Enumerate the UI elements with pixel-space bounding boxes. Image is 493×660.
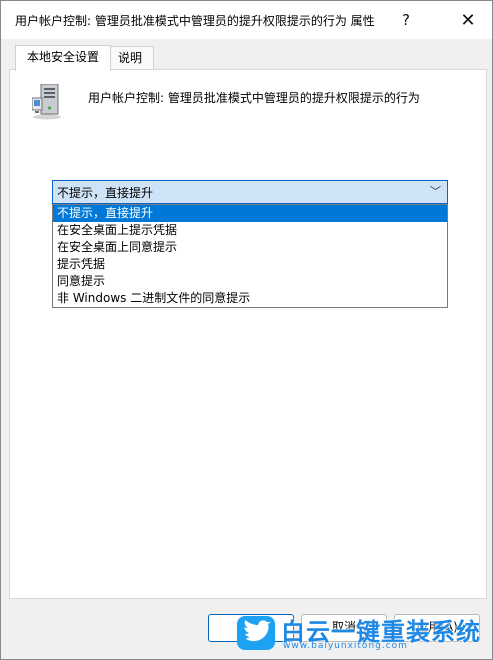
help-button[interactable]: ? — [384, 5, 428, 35]
watermark-url: www.baiyunxitong.com — [283, 641, 408, 651]
dropdown-option[interactable]: 提示凭据 — [53, 256, 447, 273]
tab-explain[interactable]: 说明 — [106, 46, 154, 70]
title-bar: 用户帐户控制: 管理员批准模式中管理员的提升权限提示的行为 属性 ? ✕ — [1, 1, 492, 39]
tab-local-security-setting[interactable]: 本地安全设置 — [15, 45, 111, 71]
bird-logo-icon — [237, 616, 275, 650]
dropdown-option[interactable]: 同意提示 — [53, 273, 447, 290]
dropdown-option[interactable]: 不提示，直接提升 — [53, 205, 447, 222]
dropdown-option[interactable]: 在安全桌面上提示凭据 — [53, 222, 447, 239]
help-icon: ? — [402, 11, 410, 29]
dropdown-option[interactable]: 在安全桌面上同意提示 — [53, 239, 447, 256]
close-icon: ✕ — [460, 9, 476, 31]
combobox-dropdown-list: 不提示，直接提升 在安全桌面上提示凭据 在安全桌面上同意提示 提示凭据 同意提示… — [52, 204, 448, 308]
chevron-down-icon: ﹀ — [430, 185, 441, 198]
behavior-combobox[interactable]: 不提示，直接提升 ﹀ — [52, 180, 448, 204]
settings-panel: 用户帐户控制: 管理员批准模式中管理员的提升权限提示的行为 不提示，直接提升 ﹀… — [9, 69, 487, 599]
close-button[interactable]: ✕ — [446, 5, 490, 35]
dialog-title: 用户帐户控制: 管理员批准模式中管理员的提升权限提示的行为 属性 — [15, 14, 375, 28]
properties-dialog: 用户帐户控制: 管理员批准模式中管理员的提升权限提示的行为 属性 ? ✕ 本地安… — [0, 0, 493, 660]
combobox-selected-value: 不提示，直接提升 — [57, 186, 154, 200]
watermark-logo: 白云一键重装系统 www.baiyunxitong.com — [235, 612, 491, 654]
server-computer-icon — [32, 84, 61, 120]
dropdown-option[interactable]: 非 Windows 二进制文件的同意提示 — [53, 290, 447, 307]
policy-title: 用户帐户控制: 管理员批准模式中管理员的提升权限提示的行为 — [88, 91, 420, 105]
